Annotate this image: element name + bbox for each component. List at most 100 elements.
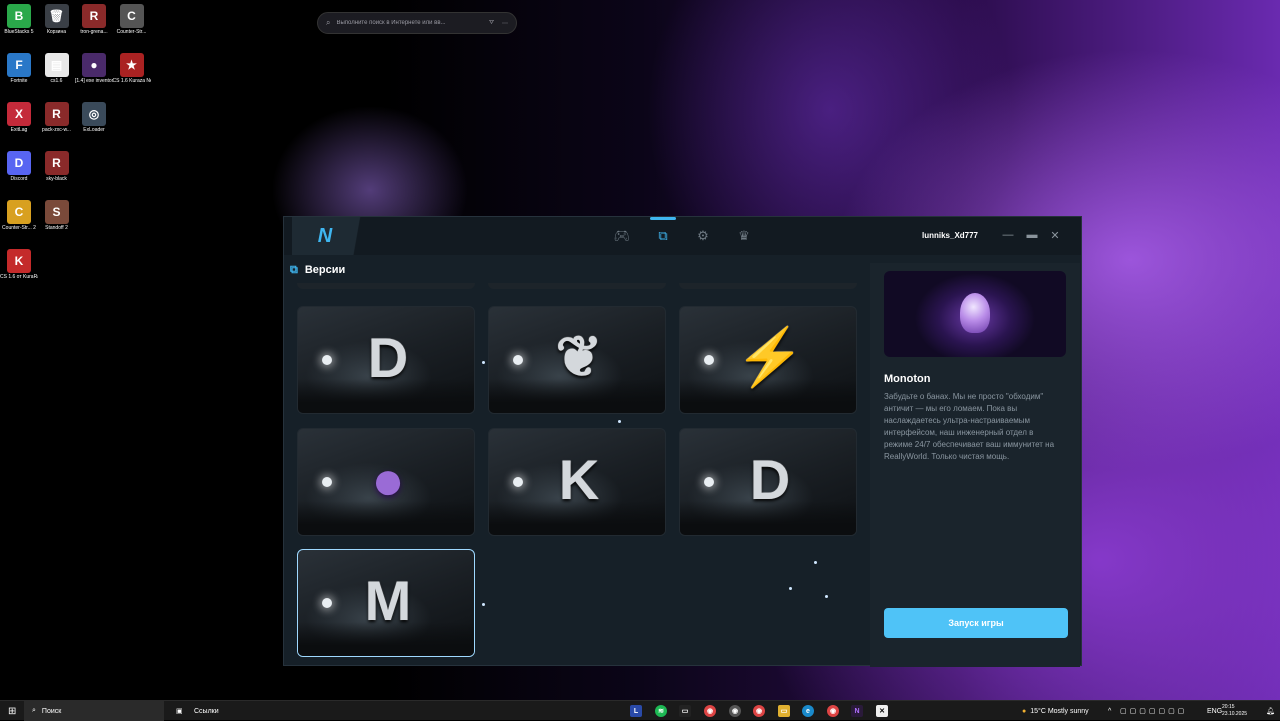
sparkle	[618, 420, 621, 423]
desktop-icon[interactable]: ▤ cs1.6	[38, 53, 76, 84]
maximize-icon[interactable]: ▬	[1024, 227, 1040, 243]
language-indicator[interactable]: ENG	[1207, 701, 1222, 721]
more-icon[interactable]: ⋯	[502, 20, 508, 27]
desktop-icon[interactable]: Rtron-grena...	[75, 4, 113, 35]
version-tile[interactable]: ●	[297, 428, 475, 536]
desktop-icon[interactable]: C Counter-Str... 2	[0, 200, 38, 231]
search-icon: ⌕	[32, 707, 36, 714]
version-tile[interactable]: D	[679, 428, 857, 536]
clock-time: 20:15	[1222, 704, 1235, 710]
edge-icon[interactable]: e	[802, 705, 814, 717]
windows-start-icon[interactable]: ⊞	[8, 701, 16, 721]
desktop-icon[interactable]: D Discord	[0, 151, 38, 182]
minimize-icon[interactable]: —	[1000, 227, 1016, 243]
version-tile[interactable]: K	[488, 428, 666, 536]
desktop-icon[interactable]: C Counter-Str...	[113, 4, 151, 35]
desktop-icon-label: Counter-Str...	[116, 29, 147, 35]
chrome-3-icon[interactable]: ◉	[827, 705, 839, 717]
title-bar: N 🎮︎ ⧉ ⚙ ♛ lunniks_Xd777 — ▬ ✕	[284, 217, 1081, 255]
game-preview-image	[884, 271, 1066, 357]
chrome-dev-icon[interactable]: ◉	[729, 705, 741, 717]
version-logo-icon: D	[749, 447, 791, 511]
app-icon: ●	[82, 53, 106, 77]
desktop-icon-label: Counter-Str... 2	[2, 225, 36, 231]
gamepad-icon[interactable]: 🎮︎	[613, 227, 631, 245]
task-view-icon[interactable]: ▣	[176, 701, 183, 721]
desktop-icon-label: sky-black	[46, 176, 67, 182]
file-explorer-icon[interactable]: ▭	[778, 705, 790, 717]
version-tile[interactable]: M	[297, 549, 475, 657]
app-icon: C	[7, 200, 31, 224]
desktop-icon[interactable]: ◎ ExLoader	[75, 102, 113, 133]
username-label[interactable]: lunniks_Xd777	[912, 229, 988, 243]
light-icon	[513, 477, 523, 487]
desktop-icon-label: Standoff 2	[45, 225, 68, 231]
desktop-icon[interactable]: 🗑 Корзина	[38, 4, 76, 35]
launcher-taskbar-icon[interactable]: N	[851, 705, 863, 717]
capcut-icon[interactable]: ✕	[876, 705, 888, 717]
launch-game-button[interactable]: Запуск игры	[884, 608, 1068, 638]
tray-chevron-icon[interactable]: ^	[1108, 701, 1111, 721]
launcher-window: N 🎮︎ ⧉ ⚙ ♛ lunniks_Xd777 — ▬ ✕ ⧉ Версии …	[283, 216, 1082, 667]
search-icon: ⌕	[326, 18, 331, 27]
web-search-bar[interactable]: ⌕ Выполните поиск в Интернете или вв... …	[317, 12, 517, 34]
versions-grid: D ❦ ⚡ ● K D M	[284, 283, 869, 667]
desktop-icon-label: ExLoader	[83, 127, 105, 133]
desktop-icon-label: [1.4] exe inventory...	[75, 78, 113, 84]
version-tile[interactable]: D	[297, 306, 475, 414]
close-icon[interactable]: ✕	[1047, 227, 1063, 243]
app-icon: R	[44, 102, 69, 126]
app-icon: K	[7, 249, 31, 273]
desktop-icon[interactable]: X ExitLag	[0, 102, 38, 133]
search-placeholder: Выполните поиск в Интернете или вв...	[336, 20, 446, 26]
details-panel: Monoton Забудьте о банах. Мы не просто "…	[870, 263, 1080, 667]
sparkle	[482, 361, 485, 364]
gear-icon[interactable]: ⚙	[694, 227, 712, 245]
weather-text: 15°C Mostly sunny	[1030, 707, 1089, 715]
links-label[interactable]: Ссылки	[194, 701, 219, 721]
desktop-icon[interactable]: F Fortnite	[0, 53, 38, 84]
version-tile[interactable]: ❦	[488, 306, 666, 414]
desktop-icon[interactable]: KCS 1.6 от KuraRaze	[0, 249, 38, 280]
taskbar-app-l-icon[interactable]: L	[630, 705, 642, 717]
notification-bell-icon[interactable]: 🔔︎	[1266, 701, 1275, 721]
game-description: Забудьте о банах. Мы не просто "обходим"…	[884, 392, 1055, 461]
desktop-icon[interactable]: Rpack-zxc-w...	[38, 102, 76, 133]
terminal-icon[interactable]: ▭	[679, 705, 691, 717]
puzzle-icon[interactable]: ⧉	[654, 227, 672, 245]
weather-widget[interactable]: ● 15°C Mostly sunny	[1022, 701, 1089, 721]
app-logo-icon[interactable]: N	[304, 223, 344, 249]
desktop-icon[interactable]: Rsky-black	[38, 151, 76, 182]
app-icon: X	[7, 102, 31, 126]
trophy-icon[interactable]: ♛	[735, 227, 753, 245]
version-logo-icon: ⚡	[735, 325, 805, 388]
clock[interactable]: 20:15 23.10.2025	[1222, 701, 1247, 721]
taskbar-search[interactable]: ⌕ Поиск	[24, 701, 164, 721]
version-logo-icon: ●	[371, 447, 405, 511]
app-icon: F	[7, 53, 31, 77]
taskbar-search-label: Поиск	[41, 707, 62, 715]
version-tile[interactable]: ⚡	[679, 306, 857, 414]
desktop-icon[interactable]: ●[1.4] exe inventory...	[75, 53, 113, 84]
desktop-icon-label: Fortnite	[10, 78, 28, 84]
light-icon	[704, 477, 714, 487]
desktop-icon[interactable]: ★CS 1.6 Kuraza New Year	[113, 53, 151, 84]
monoton-logo-icon	[960, 293, 990, 333]
chrome-icon[interactable]: ◉	[704, 705, 716, 717]
sparkle	[482, 603, 485, 606]
desktop-icon[interactable]: S Standoff 2	[38, 200, 76, 231]
spotify-icon[interactable]: ≋	[655, 705, 667, 717]
light-icon	[322, 355, 332, 365]
tray-icons[interactable]: ▢▢▢▢▢▢▢	[1120, 701, 1187, 721]
desktop-icon-label: tron-grena...	[80, 29, 108, 35]
filter-icon[interactable]: ⛛	[489, 20, 494, 27]
chrome-2-icon[interactable]: ◉	[753, 705, 765, 717]
desktop-icon-label: pack-zxc-w...	[42, 127, 71, 133]
sparkle	[825, 595, 828, 598]
light-icon	[322, 477, 332, 487]
desktop-icon-label: cs1.6	[50, 78, 63, 84]
app-icon: ★	[119, 53, 144, 77]
desktop-icon-label: BlueStacks 5	[4, 29, 34, 35]
desktop-icon[interactable]: B BlueStacks 5	[0, 4, 38, 35]
app-icon: 🗑	[44, 4, 69, 28]
